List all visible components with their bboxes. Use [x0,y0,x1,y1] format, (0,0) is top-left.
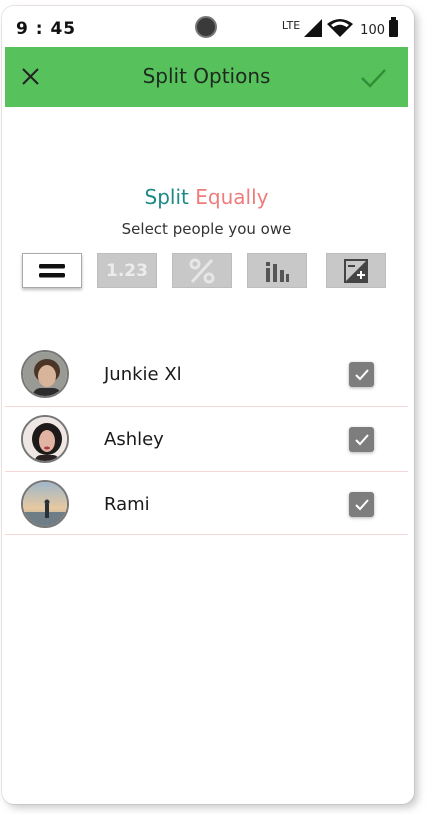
network-type: LTE [281,18,301,32]
avatar [21,480,69,528]
status-icons: LTE 100 [281,16,398,38]
include-checkbox[interactable] [349,362,374,387]
check-icon [354,498,369,510]
mode-equal-button[interactable] [22,253,82,288]
list-item[interactable]: Ashley [5,407,408,472]
split-title-word2: Equally [195,185,269,209]
device-frame: 9 : 45 LTE 100 Split Options Split Equal… [2,6,414,804]
equals-icon [39,263,65,277]
mode-percent-button[interactable] [172,253,232,288]
screen: 9 : 45 LTE 100 Split Options Split Equal… [5,9,408,797]
check-icon [354,368,369,380]
wifi-icon [327,19,354,37]
split-mode-title: Split Equally [5,185,408,209]
mode-shares-button[interactable] [247,253,307,288]
avatar [21,415,69,463]
list-item[interactable]: Junkie Xl [5,342,408,407]
percent-icon [189,258,215,283]
check-icon[interactable] [358,63,388,93]
person-name: Rami [104,494,150,515]
list-item[interactable]: Rami [5,472,408,535]
include-checkbox[interactable] [349,427,374,452]
people-list: Junkie Xl Ashley Rami [5,342,408,535]
camera-cutout [195,16,217,38]
adjustment-icon [344,258,368,283]
mode-exact-button[interactable]: 1.23 [97,253,157,288]
signal-icon [304,19,323,37]
status-bar: 9 : 45 LTE 100 [5,9,408,47]
person-name: Ashley [104,429,164,450]
battery-level: 100 [360,22,385,38]
page-title: Split Options [142,64,271,88]
person-name: Junkie Xl [104,364,182,385]
split-title-word1: Split [144,185,189,209]
battery-icon [389,16,398,37]
split-mode-selector: 1.23 [5,253,408,289]
status-time: 9 : 45 [16,19,77,39]
shares-icon [266,261,289,282]
check-icon [354,433,369,445]
split-subtitle: Select people you owe [121,220,292,238]
include-checkbox[interactable] [349,492,374,517]
mode-exact-label: 1.23 [106,260,148,281]
mode-adjustment-button[interactable] [326,253,386,288]
app-bar: Split Options [5,47,408,107]
avatar [21,350,69,398]
